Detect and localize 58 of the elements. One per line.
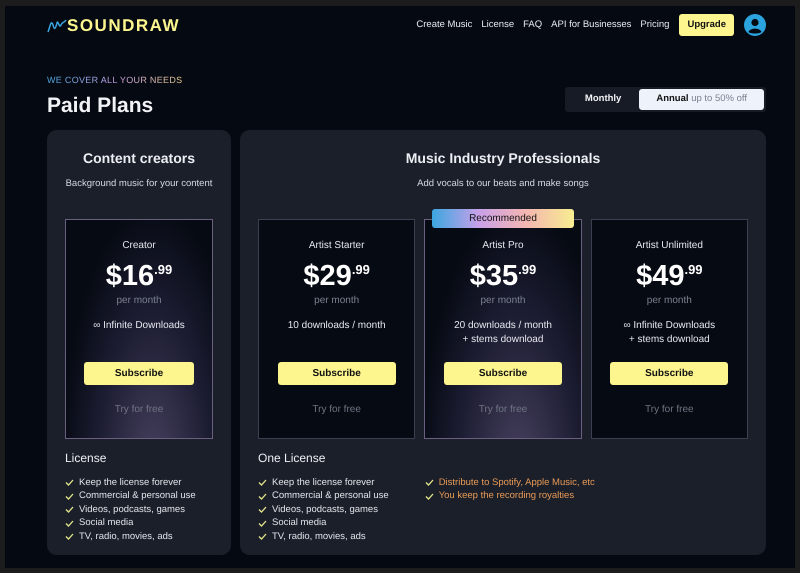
waveform-icon [47, 17, 67, 33]
license-feature: Social media [79, 517, 134, 529]
license-feature: Videos, podcasts, games [79, 504, 185, 516]
plan-feature: 20 downloads / month [454, 320, 552, 332]
nav-link[interactable]: Pricing [640, 18, 670, 32]
group-subtitle: Add vocals to our beats and make songs [416, 176, 590, 190]
license-title: One License [258, 450, 326, 467]
license-feature: Distribute to Spotify, Apple Music, etc [438, 476, 595, 488]
subscribe-button[interactable]: Subscribe [278, 362, 396, 385]
try-for-free-link[interactable]: Try for free [312, 402, 361, 417]
price-cents: .99 [154, 262, 172, 278]
subscribe-button[interactable]: Subscribe [610, 362, 728, 385]
nav-link[interactable]: FAQ [523, 18, 542, 32]
license-feature: Keep the license forever [272, 476, 374, 488]
license-feature: Commercial & personal use [272, 490, 389, 502]
recommended-badge: Recommended [432, 208, 574, 228]
price-cents: .99 [684, 262, 703, 278]
plan-name: Creator [122, 238, 156, 253]
price-period: per month [480, 294, 526, 308]
plan-feature: ∞ Infinite Downloads [93, 320, 185, 332]
license-feature: TV, radio, movies, ads [79, 530, 173, 542]
license-feature: Keep the license forever [79, 476, 182, 488]
price-period: per month [116, 294, 162, 308]
license-feature: You keep the recording royalties [438, 490, 574, 502]
nav-link[interactable]: Create Music [416, 18, 472, 32]
user-avatar-icon[interactable] [744, 14, 766, 36]
plan-price: $16 [106, 260, 154, 292]
license-feature: Videos, podcasts, games [272, 504, 378, 516]
price-period: per month [314, 294, 360, 308]
plan-price: $29 [303, 260, 352, 292]
subscribe-button[interactable]: Subscribe [444, 362, 562, 385]
billing-option[interactable]: Monthly [566, 88, 640, 110]
license-feature: Social media [272, 517, 326, 529]
plan-feature: + stems download [628, 334, 710, 346]
nav-link[interactable]: API for Businesses [551, 18, 632, 32]
plan-feature: ∞ Infinite Downloads [624, 320, 716, 332]
try-for-free-link[interactable]: Try for free [645, 402, 694, 417]
upgrade-button[interactable]: Upgrade [679, 14, 734, 36]
plan-name: Artist Starter [308, 238, 364, 253]
license-feature: Commercial & personal use [79, 490, 196, 502]
group-subtitle: Background music for your content [65, 176, 213, 190]
billing-option[interactable]: Annual up to 50% off [639, 88, 764, 110]
price-cents: .99 [352, 262, 370, 278]
group-title: Music Industry Professionals [404, 148, 602, 168]
group-title: Content creators [82, 148, 196, 168]
plan-price: $35 [470, 260, 518, 292]
nav-link[interactable]: License [481, 18, 514, 32]
plan-name: Artist Unlimited [636, 238, 703, 253]
plan-feature: 10 downloads / month [288, 320, 386, 332]
plan-price: $49 [636, 260, 684, 292]
license-feature: TV, radio, movies, ads [272, 530, 366, 542]
price-cents: .99 [518, 262, 536, 278]
subscribe-button[interactable]: Subscribe [84, 362, 194, 385]
plan-feature: + stems download [462, 334, 544, 346]
plan-name: Artist Pro [482, 238, 524, 253]
license-title: License [65, 450, 108, 467]
page-title: Paid Plans [47, 92, 154, 118]
price-period: per month [646, 294, 692, 308]
